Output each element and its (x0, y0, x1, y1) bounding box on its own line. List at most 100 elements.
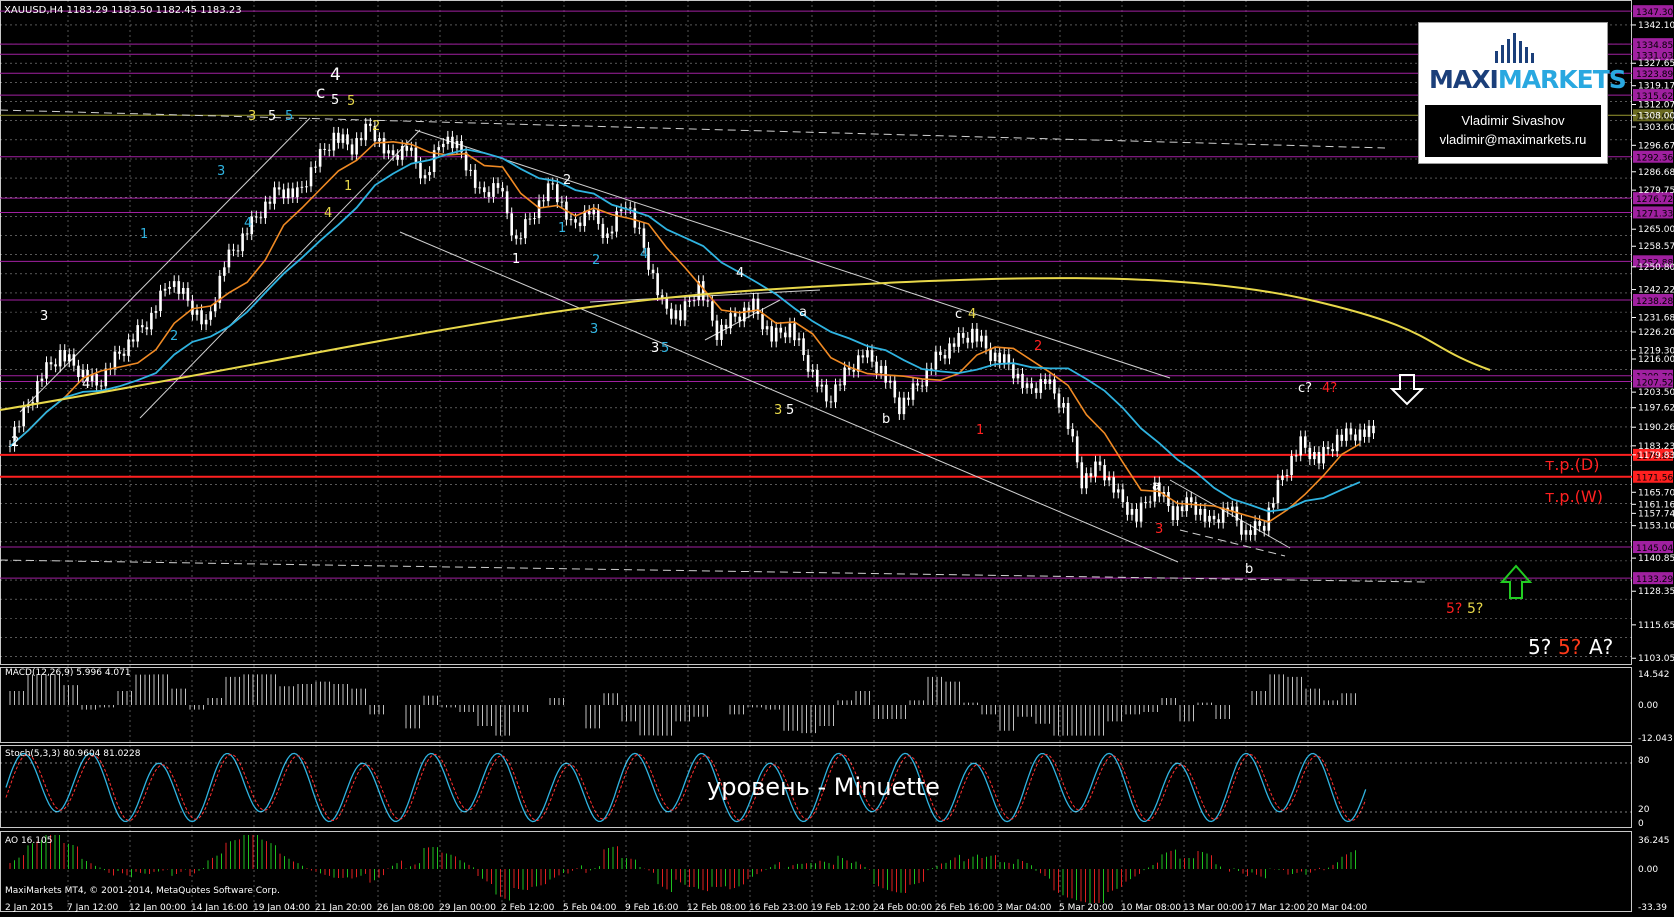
target-weekly: т.р.(W) (1545, 487, 1603, 506)
price-bar-body (975, 328, 979, 342)
level-tag-text: 1323.89 (1636, 70, 1673, 80)
price-bar-body (40, 378, 44, 382)
wave-label: 2 (592, 253, 600, 268)
price-bar-body (934, 351, 938, 370)
price-bar-body (140, 325, 144, 328)
price-bar-body (1253, 521, 1257, 535)
price-bar-body (127, 339, 130, 356)
target-daily: т.р.(D) (1545, 455, 1599, 474)
price-bar-body (1249, 530, 1252, 535)
price-bar-body (314, 166, 317, 168)
price-bar-body (473, 169, 477, 188)
price-bar-body (1085, 473, 1088, 489)
price-bar-body (264, 201, 267, 219)
wave-label: c (955, 307, 962, 322)
axis-label: 1103.05 (1638, 654, 1674, 664)
axis-label: 1312.07 (1638, 101, 1674, 111)
wave-label: a (1152, 479, 1160, 494)
wave-label: 3 (1155, 522, 1163, 537)
wave-label: 2 (11, 435, 19, 450)
wave-label: c? (1298, 381, 1312, 396)
wave-label: a (799, 305, 807, 320)
axis-label: 1226.20 (1638, 328, 1674, 338)
price-bar-body (742, 307, 746, 322)
price-bar-body (423, 175, 427, 179)
price-bar-body (560, 201, 564, 203)
price-bar-body (254, 216, 258, 218)
price-bar-body (738, 316, 742, 322)
price-bar-body (715, 320, 719, 340)
price-bar-body (971, 328, 974, 343)
price-bar-body (227, 249, 231, 268)
scenario-r2: 5? (1467, 601, 1483, 617)
price-bar-body (113, 351, 117, 370)
price-bar-body (200, 310, 203, 325)
price-bar-body (1372, 425, 1375, 434)
price-bar-body (779, 327, 783, 333)
price-bar-body (410, 147, 413, 151)
arrow-up-icon (1499, 564, 1533, 599)
price-bar-body (1345, 428, 1348, 441)
price-bar-body (1290, 455, 1293, 476)
time-label: 2 Feb 12:00 (501, 903, 555, 913)
price-bar-body (49, 362, 53, 365)
price-bar-body (163, 288, 167, 291)
price-bar-body (998, 352, 1001, 363)
trend-channels (0, 109, 1426, 583)
axis-label: 1342.10 (1638, 21, 1674, 31)
price-bar-body (1317, 452, 1321, 464)
price-bar-body (834, 384, 837, 403)
trend-line (399, 231, 1179, 563)
price-bar-body (870, 350, 874, 362)
wave-label: 4 (324, 206, 332, 221)
wave-label: b (882, 412, 890, 427)
price-bar-body (1303, 436, 1307, 448)
price-bar-body (1363, 429, 1366, 437)
price-bar-body (487, 192, 491, 197)
price-bar-body (756, 298, 760, 314)
price-bar-body (1354, 434, 1357, 441)
price-bar-body (651, 269, 655, 274)
price-bar-body (551, 183, 555, 185)
price-bar-body (1180, 506, 1184, 512)
price-bar-body (838, 384, 842, 386)
indicator-axis-label: 0.00 (1638, 865, 1658, 875)
price-bar-body (888, 380, 892, 383)
price-bar-body (323, 148, 326, 150)
price-bar-body (806, 355, 810, 372)
indicator-axis-label: -12.043 (1638, 734, 1673, 744)
axis-label: 1216.00 (1638, 355, 1674, 365)
price-bar-body (528, 218, 532, 220)
price-bar-body (784, 332, 787, 338)
wave-label: b (1245, 562, 1253, 577)
price-bar-body (318, 148, 322, 167)
wave-label: 5 (347, 94, 355, 109)
wave-label: 1 (344, 179, 352, 194)
arrow-down-icon (1389, 374, 1425, 406)
time-label: 26 Jan 08:00 (377, 903, 434, 913)
price-bar-body (510, 213, 513, 236)
price-bar-body (346, 134, 349, 145)
time-label: 9 Feb 16:00 (625, 903, 679, 913)
price-bar-body (802, 338, 805, 356)
time-label: 2 Jan 2015 (5, 903, 53, 913)
price-bar-body (131, 339, 135, 342)
indicator-axis-label: 0.00 (1638, 701, 1658, 711)
price-bar-body (1066, 402, 1070, 429)
price-bar-body (961, 333, 965, 338)
price-bar-body (469, 169, 472, 171)
price-bar-body (628, 207, 632, 209)
time-label: 29 Jan 00:00 (439, 903, 496, 913)
axis-label: 1286.68 (1638, 168, 1674, 178)
wave-label: 4 (736, 266, 744, 281)
price-bar-body (172, 281, 176, 287)
panel-frame (0, 0, 1632, 665)
level-tag-text: 1145.04 (1636, 544, 1673, 554)
price-bar-body (1262, 525, 1266, 531)
price-bar-body (1121, 489, 1125, 503)
axis-label: 1190.26 (1638, 423, 1674, 433)
price-bar-body (45, 362, 48, 379)
price-bar-body (1240, 520, 1243, 535)
scenario-q3: A? (1589, 635, 1613, 659)
price-bar-body (843, 367, 846, 386)
